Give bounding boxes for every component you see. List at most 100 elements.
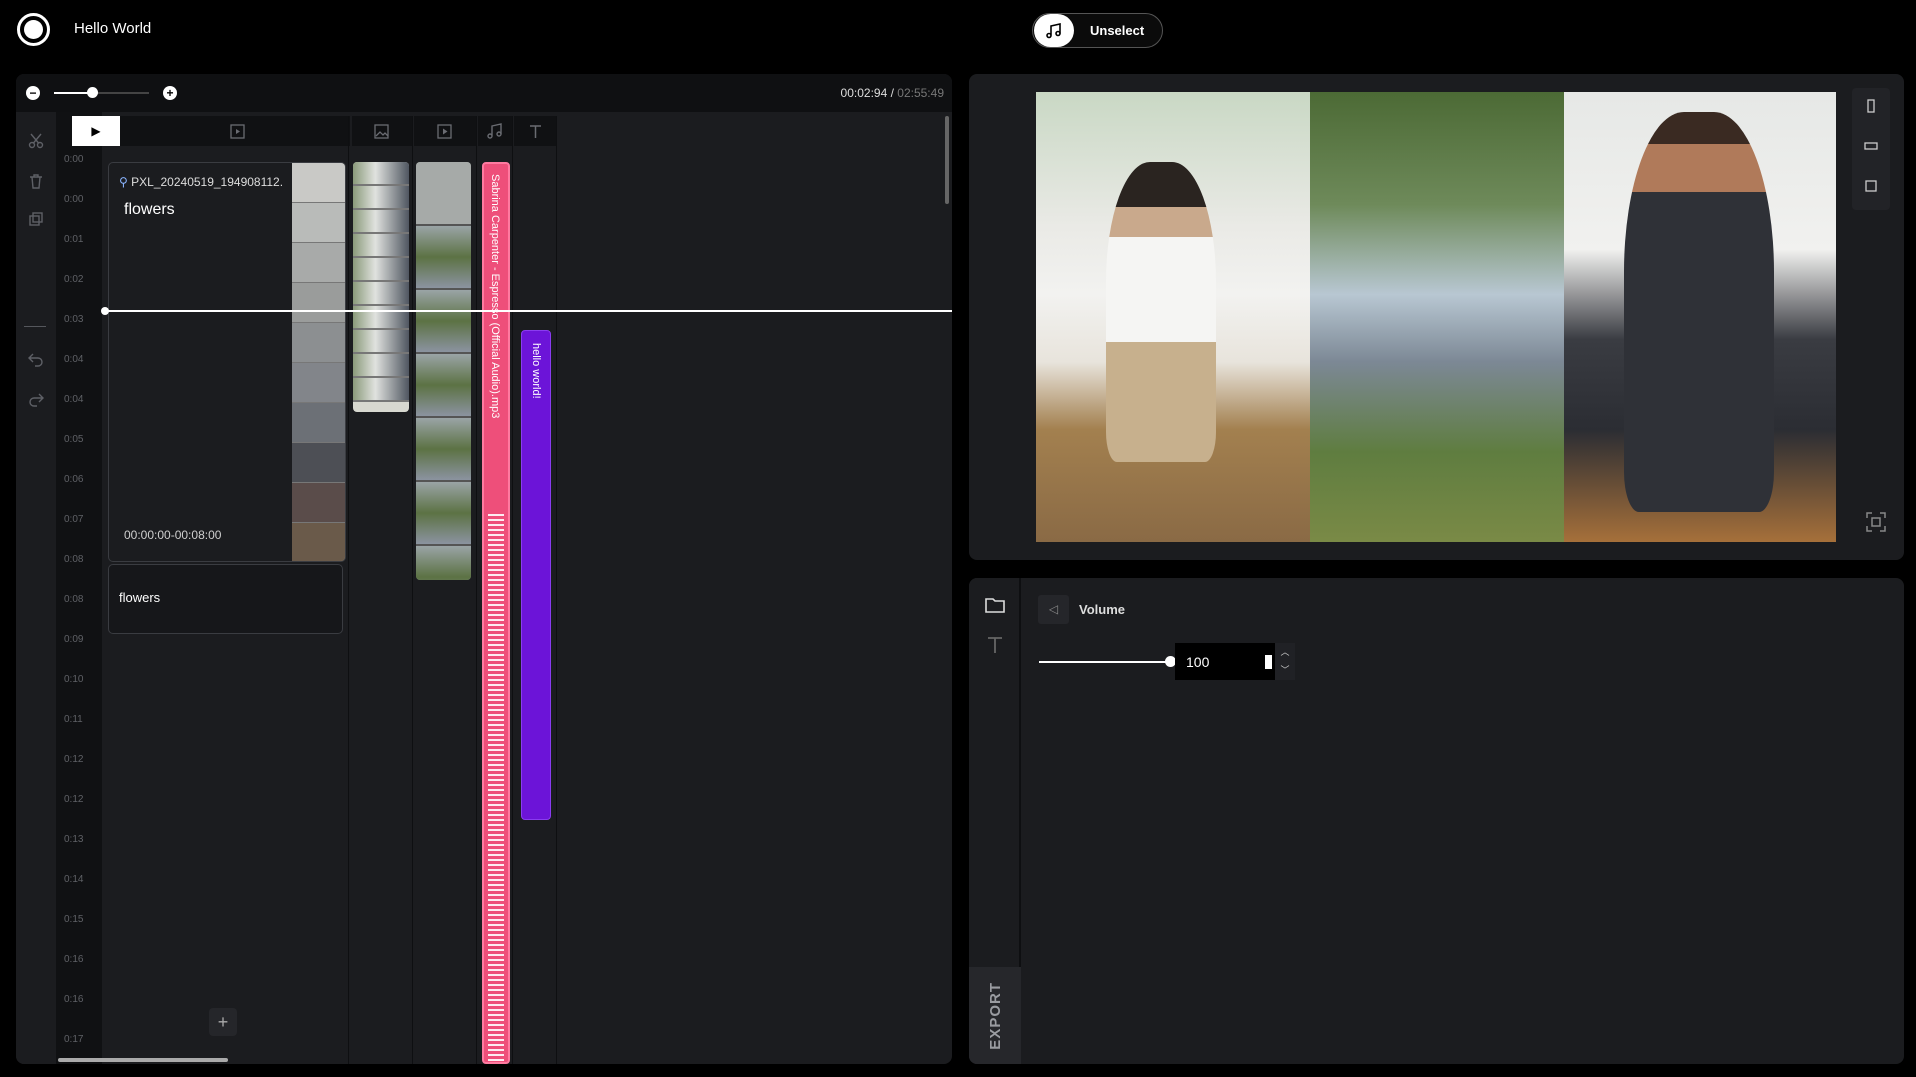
- video-clip-thumbnails: [292, 163, 345, 561]
- preview-canvas[interactable]: [1036, 92, 1836, 542]
- text-track-header: [514, 116, 556, 146]
- add-track-button[interactable]: +: [209, 1008, 237, 1036]
- aspect-ratio-toolbar: [1852, 88, 1890, 210]
- ruler-tick: 0:03: [64, 314, 84, 325]
- unselect-button[interactable]: Unselect: [1032, 13, 1163, 48]
- chevron-up-icon[interactable]: ︿: [1275, 643, 1295, 661]
- chevron-down-icon[interactable]: ﹀: [1275, 661, 1295, 679]
- preview-frame-right: [1564, 92, 1836, 542]
- track-divider: [476, 116, 477, 1064]
- ruler-tick: 0:16: [64, 954, 84, 965]
- ruler-tick: 0:07: [64, 514, 84, 525]
- zoom-slider-handle[interactable]: [87, 87, 98, 98]
- app-logo-icon[interactable]: [17, 13, 50, 46]
- video-clip-name: flowers: [124, 201, 175, 218]
- preview-frame-left: [1036, 92, 1310, 542]
- image-icon[interactable]: [373, 123, 390, 140]
- audio-clip[interactable]: Sabrina Carpenter - Espresso (Official A…: [482, 162, 510, 1064]
- ruler-tick: 0:16: [64, 994, 84, 1005]
- ruler-tick: 0:04: [64, 394, 84, 405]
- portrait-ratio-icon[interactable]: [1863, 98, 1879, 114]
- vertical-scrollbar[interactable]: [945, 116, 949, 204]
- tools-divider: [24, 326, 46, 327]
- caption-clip-text: flowers: [119, 590, 161, 605]
- caption-clip[interactable]: flowers: [108, 564, 343, 634]
- ruler-tick: 0:11: [64, 714, 83, 725]
- ruler-tick: 0:12: [64, 754, 84, 765]
- properties-panel: EXPORT ◁ Volume ︿ ﹀: [969, 578, 1904, 1064]
- time-ruler: 0:00 0:00 0:01 0:02 0:03 0:04 0:04 0:05 0:06 0:07…: [56, 112, 102, 1064]
- track-divider: [512, 116, 513, 1064]
- export-button[interactable]: EXPORT: [969, 967, 1021, 1064]
- text-clip[interactable]: hello world!: [521, 330, 551, 820]
- music-note-icon[interactable]: [486, 123, 504, 140]
- ruler-tick: 0:05: [64, 434, 84, 445]
- ruler-tick: 0:13: [64, 834, 84, 845]
- timeline-panel: − + 00:02:94 / 02:55:49 0:00 0:00 0:01 0:02…: [16, 74, 952, 1064]
- volume-stepper[interactable]: ︿ ﹀: [1275, 643, 1295, 680]
- video-icon[interactable]: [436, 123, 453, 140]
- video-clip-filename-text: PXL_20240519_194908112.: [131, 175, 284, 189]
- ruler-tick: 0:00: [64, 154, 84, 165]
- timeline-time-readout: 00:02:94 / 02:55:49: [841, 86, 944, 100]
- fullscreen-icon[interactable]: [1864, 510, 1888, 534]
- text-cursor: [1265, 655, 1272, 669]
- horizontal-scrollbar[interactable]: [58, 1058, 228, 1062]
- folder-icon[interactable]: [984, 594, 1006, 616]
- video-clip[interactable]: ⚲ PXL_20240519_194908112. flowers 00:00:…: [108, 162, 346, 562]
- trash-icon[interactable]: [27, 172, 45, 190]
- project-title[interactable]: Hello World: [74, 20, 151, 37]
- ruler-tick: 0:02: [64, 274, 84, 285]
- video-clip-2[interactable]: [416, 162, 471, 580]
- music-note-icon: [1034, 14, 1074, 47]
- playhead-handle[interactable]: [101, 307, 109, 315]
- media-file-icon[interactable]: [229, 123, 246, 140]
- scissors-icon[interactable]: [27, 132, 45, 150]
- landscape-ratio-icon[interactable]: [1863, 138, 1879, 154]
- video-track-header: [104, 116, 350, 146]
- ruler-tick: 0:10: [64, 674, 84, 685]
- text-icon[interactable]: [527, 123, 544, 140]
- video-clip-range: 00:00:00-00:08:00: [124, 528, 222, 542]
- zoom-in-button[interactable]: +: [163, 86, 177, 100]
- current-time: 00:02:94: [840, 86, 888, 100]
- total-time: 02:55:49: [897, 86, 944, 100]
- play-button[interactable]: ▶: [72, 116, 120, 146]
- ruler-tick: 0:08: [64, 554, 84, 565]
- ruler-tick: 0:09: [64, 634, 84, 645]
- text-icon[interactable]: [984, 634, 1006, 656]
- audio-clip-label: Sabrina Carpenter - Espresso (Official A…: [489, 174, 501, 419]
- audio-track-header: [478, 116, 512, 146]
- image-clip[interactable]: [353, 162, 409, 412]
- ruler-tick: 0:17: [64, 1034, 84, 1045]
- top-bar: Hello World Unselect: [0, 0, 1916, 62]
- volume-slider-track[interactable]: [1039, 661, 1172, 663]
- properties-sidebar: EXPORT: [969, 578, 1021, 1064]
- volume-icon[interactable]: ◁: [1038, 595, 1069, 624]
- video-file-icon: ⚲: [119, 175, 128, 189]
- zoom-out-button[interactable]: −: [26, 86, 40, 100]
- track-divider: [348, 116, 349, 1064]
- track-divider: [412, 116, 413, 1064]
- video-track-2-header: [414, 116, 476, 146]
- ruler-tick: 0:14: [64, 874, 84, 885]
- duplicate-icon[interactable]: [27, 210, 45, 228]
- volume-input[interactable]: [1175, 643, 1275, 680]
- text-clip-label: hello world!: [530, 343, 542, 399]
- export-label: EXPORT: [986, 981, 1004, 1050]
- ruler-tick: 0:12: [64, 794, 84, 805]
- track-divider: [556, 116, 557, 1064]
- preview-panel: [969, 74, 1904, 560]
- square-ratio-icon[interactable]: [1863, 178, 1879, 194]
- timeline-tools: [16, 112, 56, 1064]
- undo-icon[interactable]: [27, 350, 45, 368]
- volume-label: Volume: [1079, 602, 1125, 617]
- redo-icon[interactable]: [27, 390, 45, 408]
- ruler-tick: 0:15: [64, 914, 84, 925]
- time-separator: /: [887, 86, 898, 100]
- ruler-tick: 0:04: [64, 354, 84, 365]
- audio-waveform: [488, 514, 504, 1062]
- playhead-line[interactable]: [104, 310, 952, 312]
- video-clip-filename: ⚲ PXL_20240519_194908112.: [119, 175, 283, 189]
- preview-frame-center: [1310, 92, 1564, 542]
